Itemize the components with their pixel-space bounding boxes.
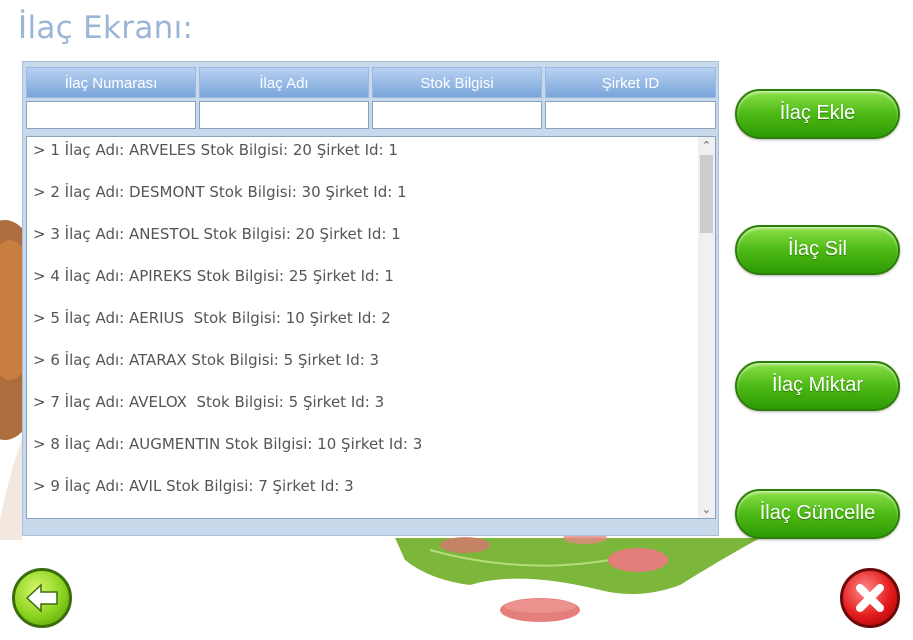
update-medicine-button[interactable]: İlaç Güncelle [735,489,900,539]
left-arrow-icon [25,583,58,613]
close-button[interactable] [840,568,900,628]
medicine-quantity-button[interactable]: İlaç Miktar [735,361,900,411]
column-headers: İlaç Numarası İlaç Adı Stok Bilgisi Şirk… [26,67,716,98]
header-stock-info[interactable]: Stok Bilgisi [372,67,542,98]
list-item[interactable]: > 1 İlaç Adı: ARVELES Stok Bilgisi: 20 Ş… [33,141,398,159]
add-medicine-button[interactable]: İlaç Ekle [735,89,900,139]
header-medicine-name[interactable]: İlaç Adı [199,67,369,98]
stock-info-input[interactable] [372,101,542,129]
header-company-id[interactable]: Şirket ID [545,67,716,98]
back-button[interactable] [12,568,72,628]
chevron-up-icon[interactable]: ⌃ [698,137,715,154]
list-item[interactable]: > 2 İlaç Adı: DESMONT Stok Bilgisi: 30 Ş… [33,183,407,201]
list-item[interactable]: > 8 İlaç Adı: AUGMENTIN Stok Bilgisi: 10… [33,435,422,453]
delete-medicine-button[interactable]: İlaç Sil [735,225,900,275]
chevron-down-icon[interactable]: ⌄ [698,501,715,518]
close-x-icon [856,584,884,612]
list-item[interactable]: > 6 İlaç Adı: ATARAX Stok Bilgisi: 5 Şir… [33,351,379,369]
header-medicine-number[interactable]: İlaç Numarası [26,67,196,98]
filter-row [26,101,716,129]
medicine-name-input[interactable] [199,101,369,129]
company-id-input[interactable] [545,101,716,129]
list-scrollbar[interactable]: ⌃ ⌄ [698,137,715,518]
list-item[interactable]: > 5 İlaç Adı: AERIUS Stok Bilgisi: 10 Şi… [33,309,391,327]
list-item[interactable]: > 9 İlaç Adı: AVIL Stok Bilgisi: 7 Şirke… [33,477,354,495]
medicine-listbox[interactable]: > 1 İlaç Adı: ARVELES Stok Bilgisi: 20 Ş… [26,136,716,519]
list-item[interactable]: > 3 İlaç Adı: ANESTOL Stok Bilgisi: 20 Ş… [33,225,401,243]
scroll-thumb[interactable] [700,155,713,233]
list-item[interactable]: > 7 İlaç Adı: AVELOX Stok Bilgisi: 5 Şir… [33,393,384,411]
medicine-grid-panel: İlaç Numarası İlaç Adı Stok Bilgisi Şirk… [22,61,719,536]
page-title: İlaç Ekranı: [18,10,194,46]
medicine-number-input[interactable] [26,101,196,129]
list-item[interactable]: > 4 İlaç Adı: APIREKS Stok Bilgisi: 25 Ş… [33,267,394,285]
